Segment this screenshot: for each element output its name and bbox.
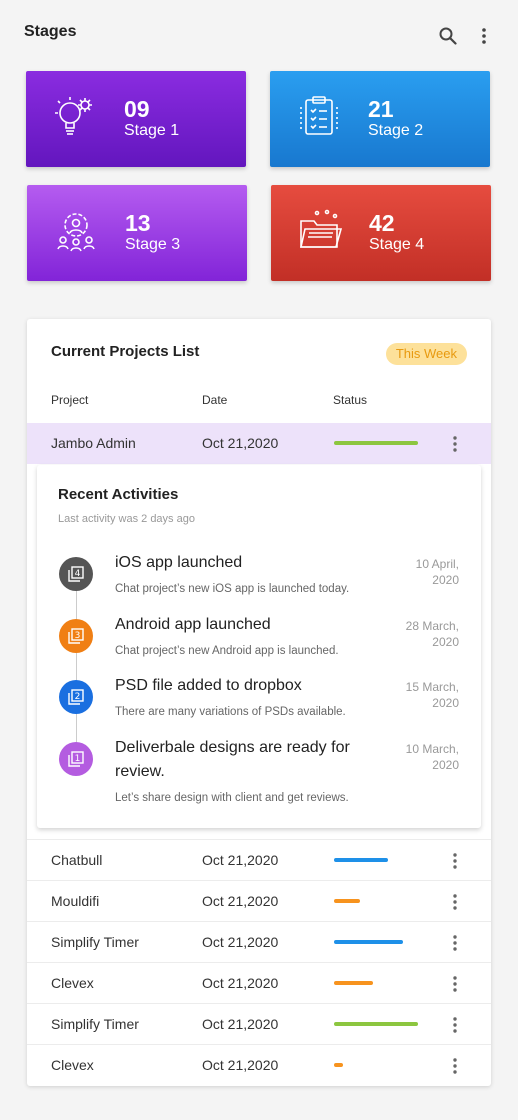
- activity-date: 28 March, 2020: [405, 619, 459, 649]
- search-icon[interactable]: [438, 24, 458, 48]
- more-vertical-icon[interactable]: [474, 24, 494, 48]
- status-progress: [334, 441, 424, 445]
- project-name: Simplify Timer: [51, 1016, 139, 1032]
- activity-title: Deliverbale designs are ready for review…: [115, 739, 350, 780]
- timeline-line: [76, 563, 77, 763]
- more-vertical-icon[interactable]: [448, 1056, 462, 1076]
- activities-title: Recent Activities: [58, 486, 179, 503]
- stack-2-icon: 2: [59, 680, 93, 714]
- table-row[interactable]: Clevex Oct 21,2020: [27, 962, 491, 1003]
- stage-label: Stage 3: [125, 236, 181, 253]
- table-row[interactable]: Simplify Timer Oct 21,2020: [27, 1003, 491, 1044]
- stage-count: 21: [368, 96, 394, 122]
- table-row[interactable]: Simplify Timer Oct 21,2020: [27, 921, 491, 962]
- activity-date: 10 March, 2020: [405, 742, 459, 772]
- stage-label: Stage 4: [369, 236, 425, 253]
- svg-text:2: 2: [75, 692, 81, 702]
- activity-description: There are many variations of PSDs availa…: [115, 706, 346, 718]
- project-name: Clevex: [51, 1057, 94, 1073]
- more-vertical-icon[interactable]: [448, 434, 462, 454]
- project-date: Oct 21,2020: [202, 893, 279, 909]
- svg-text:1: 1: [75, 754, 81, 764]
- more-vertical-icon[interactable]: [448, 851, 462, 871]
- projects-panel: Current Projects List This Week Project …: [27, 319, 491, 1086]
- project-name: Clevex: [51, 975, 94, 991]
- stage-card-3[interactable]: 13 Stage 3: [27, 185, 247, 281]
- stage-card-1[interactable]: 09 Stage 1: [26, 71, 246, 167]
- project-name: Mouldifi: [51, 893, 100, 909]
- folder-open-icon: [297, 207, 343, 253]
- clipboard-checklist-icon: [296, 93, 342, 139]
- more-vertical-icon[interactable]: [448, 1015, 462, 1035]
- stage-count: 09: [124, 96, 150, 122]
- status-progress: [334, 1022, 424, 1026]
- project-name: Chatbull: [51, 852, 103, 868]
- stage-label: Stage 1: [124, 122, 180, 139]
- more-vertical-icon[interactable]: [448, 974, 462, 994]
- project-name: Jambo Admin: [51, 435, 136, 451]
- status-bar: [334, 981, 373, 985]
- activity-description: Chat project’s new iOS app is launched t…: [115, 583, 350, 595]
- table-row[interactable]: Mouldifi Oct 21,2020: [27, 880, 491, 921]
- project-date: Oct 21,2020: [202, 852, 279, 868]
- status-bar: [334, 899, 361, 903]
- column-header-date: Date: [202, 393, 228, 407]
- stage-label: Stage 2: [368, 122, 424, 139]
- team-gear-icon: [53, 207, 99, 253]
- recent-activities-card: Recent Activities Last activity was 2 da…: [37, 465, 481, 828]
- activity-date: 15 March, 2020: [405, 680, 459, 710]
- table-row[interactable]: Jambo Admin Oct 21,2020: [27, 423, 491, 464]
- activity-date: 10 April, 2020: [415, 557, 459, 587]
- activity-description: Let’s share design with client and get r…: [115, 792, 349, 804]
- stage-count: 42: [369, 210, 395, 236]
- column-header-project: Project: [51, 393, 89, 407]
- project-date: Oct 21,2020: [202, 1016, 279, 1032]
- status-bar: [334, 858, 388, 862]
- project-date: Oct 21,2020: [202, 435, 279, 451]
- more-vertical-icon[interactable]: [448, 933, 462, 953]
- table-row[interactable]: Clevex Oct 21,2020: [27, 1044, 491, 1085]
- project-name: Simplify Timer: [51, 934, 139, 950]
- stage-card-2[interactable]: 21 Stage 2: [270, 71, 490, 167]
- stage-card-4[interactable]: 42 Stage 4: [271, 185, 491, 281]
- table-row[interactable]: Chatbull Oct 21,2020: [27, 839, 491, 880]
- project-date: Oct 21,2020: [202, 1057, 279, 1073]
- status-progress: [334, 899, 424, 903]
- idea-gear-icon: [52, 93, 98, 139]
- project-date: Oct 21,2020: [202, 975, 279, 991]
- status-bar: [334, 441, 418, 445]
- activities-subtitle: Last activity was 2 days ago: [58, 513, 195, 525]
- activity-title: iOS app launched: [115, 554, 243, 571]
- status-progress: [334, 940, 424, 944]
- activity-title: Android app launched: [115, 616, 271, 633]
- stack-1-icon: 1: [59, 742, 93, 776]
- page-header: Stages: [24, 22, 494, 50]
- stack-3-icon: 3: [59, 619, 93, 653]
- stage-count: 13: [125, 210, 151, 236]
- status-progress: [334, 981, 424, 985]
- status-progress: [334, 1063, 424, 1067]
- page-title: Stages: [24, 23, 77, 40]
- activity-description: Chat project’s new Android app is launch…: [115, 645, 339, 657]
- activity-title: PSD file added to dropbox: [115, 677, 302, 694]
- project-date: Oct 21,2020: [202, 934, 279, 950]
- svg-text:4: 4: [75, 569, 81, 579]
- column-header-status: Status: [333, 393, 368, 407]
- status-bar: [334, 940, 404, 944]
- svg-text:3: 3: [75, 631, 81, 641]
- header-actions: [438, 24, 494, 48]
- more-vertical-icon[interactable]: [448, 892, 462, 912]
- this-week-badge[interactable]: This Week: [385, 343, 467, 365]
- status-bar: [334, 1063, 343, 1067]
- status-bar: [334, 1022, 418, 1026]
- projects-title: Current Projects List: [51, 343, 200, 360]
- status-progress: [334, 858, 424, 862]
- stack-4-icon: 4: [59, 557, 93, 591]
